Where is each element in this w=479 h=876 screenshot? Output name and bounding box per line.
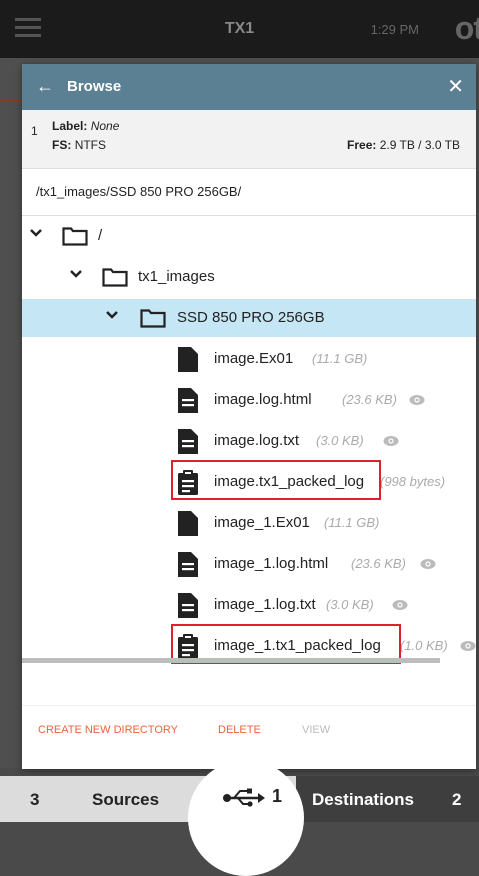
eye-icon[interactable]: [383, 435, 399, 447]
folder-name: /: [98, 227, 103, 244]
folder-icon: [62, 227, 88, 246]
free-key: Free:: [347, 138, 377, 152]
file-size: (11.1 GB): [324, 515, 380, 530]
file-row[interactable]: image_1.log.txt (3.0 KB): [22, 586, 476, 624]
file-size: (11.1 GB): [312, 351, 368, 366]
fs-key: FS:: [52, 138, 72, 152]
file-row[interactable]: image.tx1_packed_log (998 bytes): [22, 460, 476, 501]
file-size: (23.6 KB): [351, 556, 406, 571]
document-lines-icon: [178, 593, 198, 618]
label-value: None: [90, 119, 120, 133]
folder-icon: [102, 268, 128, 287]
close-icon[interactable]: ✕: [447, 74, 464, 99]
eye-icon[interactable]: [409, 394, 425, 406]
free-value: 2.9 TB / 3.0 TB: [379, 138, 460, 152]
chevron-down-icon[interactable]: [68, 266, 84, 282]
folder-icon: [140, 309, 166, 328]
eye-icon[interactable]: [392, 599, 408, 611]
file-row[interactable]: image.log.html (23.6 KB): [22, 381, 476, 419]
horizontal-scrollbar[interactable]: [22, 658, 440, 663]
file-size: (998 bytes): [380, 474, 446, 489]
drive-label: Label: None: [52, 119, 119, 133]
folder-name: tx1_images: [138, 268, 215, 285]
file-tree: / tx1_images SSD 850 PRO 256GB image.Ex0…: [22, 216, 476, 666]
file-row[interactable]: image.Ex01 (11.1 GB): [22, 340, 476, 378]
eye-icon[interactable]: [420, 558, 436, 570]
file-name: image.log.txt: [214, 432, 300, 449]
usb-icon: [223, 788, 265, 807]
file-size: (3.0 KB): [316, 433, 364, 448]
sources-count: 3: [30, 790, 40, 809]
app-bar: TX1 1:29 PM ot: [0, 0, 479, 58]
file-icon: [178, 347, 198, 372]
file-size: (3.0 KB): [326, 597, 374, 612]
create-directory-button[interactable]: CREATE NEW DIRECTORY: [38, 724, 178, 736]
document-lines-icon: [178, 552, 198, 577]
folder-name: SSD 850 PRO 256GB: [177, 309, 325, 326]
background-accent: [0, 100, 22, 102]
tree-row-ssd-folder[interactable]: SSD 850 PRO 256GB: [22, 299, 476, 337]
drive-info: 1 Label: None FS: NTFS Free: 2.9 TB / 3.…: [22, 110, 476, 169]
usb-count: 1: [272, 786, 283, 806]
brand-logo: ot: [454, 10, 479, 46]
drive-index: 1: [31, 124, 38, 138]
drive-filesystem: FS: NTFS: [52, 138, 106, 152]
file-size: (1.0 KB): [400, 638, 448, 653]
file-size: (23.6 KB): [342, 392, 397, 407]
clock: 1:29 PM: [370, 22, 419, 37]
usb-device-bubble[interactable]: [188, 760, 304, 876]
document-lines-icon: [178, 388, 198, 413]
destinations-label: Destinations: [312, 790, 415, 809]
eye-icon[interactable]: [460, 640, 476, 652]
dialog-actions: CREATE NEW DIRECTORY DELETE VIEW: [22, 705, 476, 752]
sources-tab[interactable]: Sources: [92, 790, 159, 810]
current-path: /tx1_images/SSD 850 PRO 256GB/: [22, 169, 476, 216]
file-row[interactable]: image.log.txt (3.0 KB): [22, 422, 476, 460]
document-lines-icon: [178, 429, 198, 454]
file-row[interactable]: image_1.log.html (23.6 KB): [22, 545, 476, 583]
chevron-down-icon[interactable]: [104, 307, 120, 323]
delete-button[interactable]: DELETE: [218, 724, 261, 736]
browse-dialog: ← Browse ✕ 1 Label: None FS: NTFS Free: …: [22, 64, 476, 769]
file-name: image_1.log.txt: [214, 596, 316, 613]
destinations-count: 2: [452, 790, 462, 809]
highlight-box: [171, 460, 381, 500]
back-arrow-icon[interactable]: ←: [36, 76, 54, 97]
file-icon: [178, 511, 198, 536]
view-button[interactable]: VIEW: [302, 724, 330, 736]
drive-free-space: Free: 2.9 TB / 3.0 TB: [347, 138, 460, 152]
file-name: image_1.log.html: [214, 555, 329, 572]
file-name: image.log.html: [214, 391, 312, 408]
tree-row-tx1-images[interactable]: tx1_images: [22, 258, 476, 296]
file-name: image.Ex01: [214, 350, 294, 367]
label-key: Label:: [52, 119, 88, 133]
file-name: image_1.Ex01: [214, 514, 310, 531]
fs-value: NTFS: [74, 138, 107, 152]
file-row[interactable]: image_1.Ex01 (11.1 GB): [22, 504, 476, 542]
tree-row-root[interactable]: /: [22, 217, 476, 255]
chevron-down-icon[interactable]: [28, 225, 44, 241]
dialog-title: Browse: [67, 78, 122, 95]
dialog-header: ← Browse ✕: [22, 64, 476, 110]
